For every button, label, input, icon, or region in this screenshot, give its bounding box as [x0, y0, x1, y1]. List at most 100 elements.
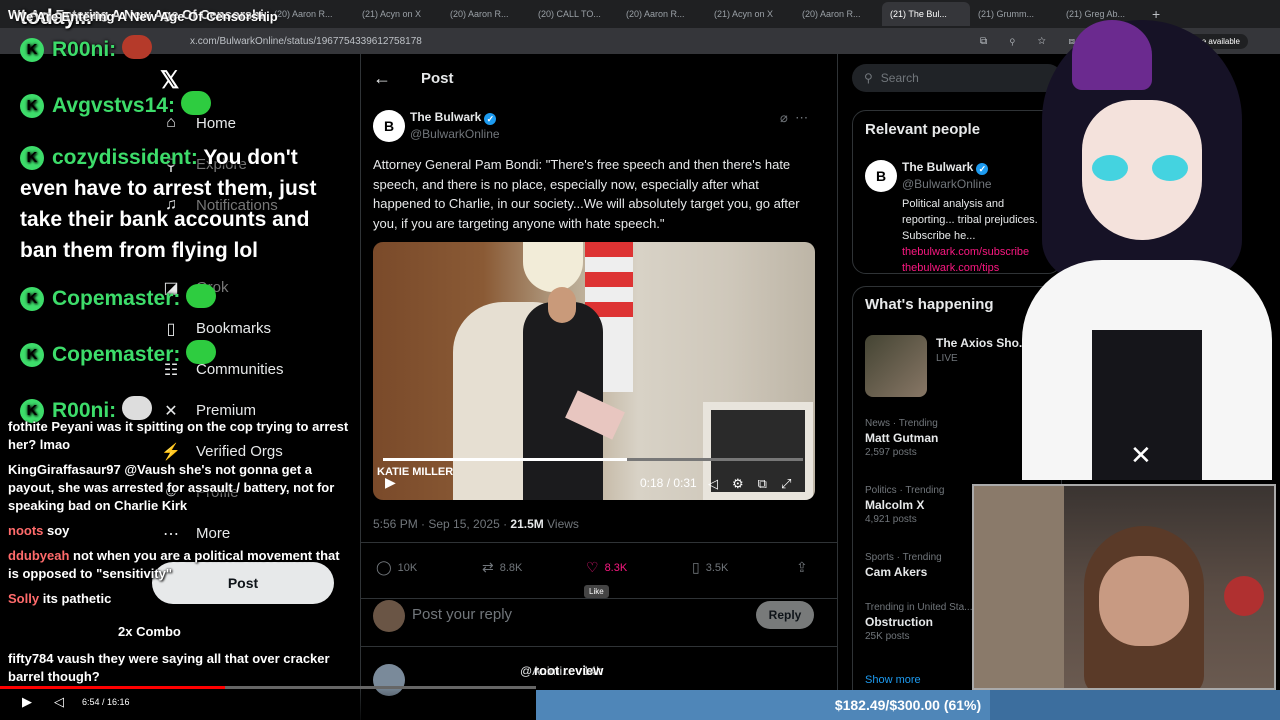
trend-item[interactable]: Politics · Trending Malcolm X 4,921 posts — [865, 485, 944, 525]
pip-icon: ⧉ — [757, 476, 781, 491]
nav-bookmarks[interactable]: ▯ Bookmarks — [160, 319, 271, 339]
emote-icon — [122, 35, 153, 59]
chat-message-small: KingGiraffasaur97 @Vaush she's not gonna… — [8, 462, 335, 513]
browser-tab[interactable]: (21) Acyn on X — [354, 2, 442, 26]
badge-icon: K — [20, 38, 44, 62]
video-time: 0:18 / 0:31 — [640, 476, 697, 490]
post-meta: 5:56 PM · Sep 15, 2025 · 21.5M Views — [373, 517, 579, 531]
repost-icon: ⇄ — [482, 559, 494, 575]
post-text: Attorney General Pam Bondi: "There's fre… — [373, 157, 800, 231]
user-avatar — [373, 600, 405, 632]
badge-icon: K — [20, 287, 44, 311]
webcam-feed — [972, 484, 1276, 690]
relevant-handle[interactable]: @BulwarkOnline — [902, 177, 992, 191]
settings-icon: ⚙ — [732, 476, 758, 491]
whats-happening-title: What's happening — [865, 296, 994, 313]
chat-message: K R00ni: — [20, 34, 345, 65]
reply-count[interactable]: ◯ 10K — [376, 559, 417, 576]
chat-message: K Copemaster: — [20, 339, 345, 370]
person-face-shape — [1099, 556, 1189, 646]
decor-shape — [1224, 576, 1264, 616]
fullscreen-icon: ⤢ — [780, 476, 806, 491]
reply-icon: ◯ — [376, 559, 392, 575]
search-icon: ⚲ — [864, 71, 873, 85]
trend-item[interactable]: Trending in United Sta... Obstruction 25K … — [865, 602, 972, 642]
divider — [361, 542, 837, 543]
trend-item[interactable]: News · Trending Matt Gutman 2,597 posts — [865, 418, 938, 458]
reply-button[interactable]: Reply — [756, 601, 814, 629]
stream-progress-fill — [0, 686, 226, 689]
donation-goal-text: $182.49/$300.00 (61%) — [834, 697, 982, 713]
grok-explain-icon[interactable]: ⌀ — [780, 110, 788, 125]
right-eye-shape — [1152, 155, 1188, 181]
face-shape — [548, 287, 576, 323]
share-icon: ⇪ — [796, 559, 808, 575]
show-more-link[interactable]: Show more — [865, 674, 921, 686]
video-controls[interactable]: ◁⚙⧉⤢ — [708, 476, 805, 492]
relevant-people-title: Relevant people — [865, 121, 981, 138]
browser-tab[interactable]: (20) Aaron R... — [618, 2, 706, 26]
live-label: LIVE — [936, 353, 958, 364]
stream-volume-icon[interactable]: ◁ — [54, 694, 64, 710]
browser-tab-active[interactable]: (21) The Bul... — [882, 2, 970, 26]
like-tooltip: Like — [584, 585, 609, 598]
bookmark-icon: ▯ — [692, 559, 700, 575]
root-review-label: root review — [534, 663, 604, 678]
emote-icon — [122, 396, 153, 420]
emote-icon — [186, 340, 217, 364]
heart-icon: ♡ — [586, 559, 599, 575]
chat-message-small: fifty784 vaush they were saying all that… — [8, 651, 330, 684]
reply-input[interactable]: Post your reply — [412, 606, 512, 623]
volume-icon: ◁ — [708, 476, 732, 491]
chat-message-small: Solly its pathetic — [8, 591, 112, 606]
browser-tab[interactable]: (20) Aaron R... — [794, 2, 882, 26]
chat-message: Kcozydissident: You don't even have to a… — [20, 146, 317, 262]
repost-count[interactable]: ⇄ 8.8K — [482, 559, 522, 576]
video-controls-bar — [0, 686, 536, 720]
hair-highlight-shape — [1072, 20, 1152, 90]
like-count[interactable]: ♡ 8.3K — [586, 559, 627, 576]
post-options[interactable]: ⌀ ⋯ — [780, 110, 808, 126]
back-arrow-icon[interactable]: ← — [373, 68, 391, 89]
chat-message: K Copemaster: — [20, 283, 345, 314]
shelf-shape — [974, 486, 1064, 688]
trend-item[interactable]: Sports · Trending Cam Akers — [865, 552, 942, 581]
author-avatar[interactable]: B — [373, 110, 405, 142]
chat-message-small: noots soy — [8, 523, 70, 538]
more-options-icon[interactable]: ⋯ — [795, 110, 808, 125]
verified-icon: ✓ — [976, 163, 989, 175]
chat-message: K Avgvstvs14: — [20, 90, 345, 121]
stream-title-overlay: We Are Entering A New Age Of Censorship — [14, 9, 278, 24]
badge-icon: K — [20, 94, 44, 118]
video-player[interactable]: KATIE MILLER ▶ ◁⚙⧉⤢ — [373, 242, 815, 500]
relevant-name[interactable]: The Bulwark ✓ — [902, 160, 989, 175]
lace-icon: ✕ — [1130, 440, 1152, 470]
play-icon[interactable]: ▶ — [385, 474, 396, 491]
chat-message-small: fothite Peyani was it spitting on the co… — [8, 419, 349, 452]
verified-icon: ✓ — [484, 113, 497, 125]
chat-message-small: ddubyeah not when you are a political mo… — [8, 548, 340, 581]
author-name[interactable]: The Bulwark ✓ — [410, 110, 497, 125]
video-progress-fill — [383, 458, 627, 461]
post-header: ← Post — [361, 62, 837, 94]
badge-icon: K — [20, 343, 44, 367]
live-thumbnail[interactable] — [865, 335, 927, 397]
badge-icon: K — [20, 146, 44, 170]
relevant-avatar[interactable]: B — [865, 160, 897, 192]
browser-tab[interactable]: (20) Aaron R... — [442, 2, 530, 26]
bookmark-icon: ▯ — [166, 321, 176, 338]
lamp-shape — [523, 242, 583, 292]
browser-tab[interactable]: (21) Acyn on X — [706, 2, 794, 26]
vtuber-avatar: ✕ — [1012, 0, 1280, 480]
stream-time: 6:54 / 16:16 — [82, 697, 130, 707]
stream-play-icon[interactable]: ▶ — [22, 694, 32, 710]
emote-icon — [180, 91, 211, 115]
author-handle[interactable]: @BulwarkOnline — [410, 127, 500, 141]
share-button[interactable]: ⇪ — [796, 559, 814, 576]
emote-icon — [186, 284, 217, 308]
browser-tab[interactable]: (20) CALL TO... — [530, 2, 618, 26]
divider — [361, 646, 837, 647]
page-title: Post — [421, 69, 454, 87]
left-eye-shape — [1092, 155, 1128, 181]
bookmark-count[interactable]: ▯ 3.5K — [692, 559, 728, 576]
